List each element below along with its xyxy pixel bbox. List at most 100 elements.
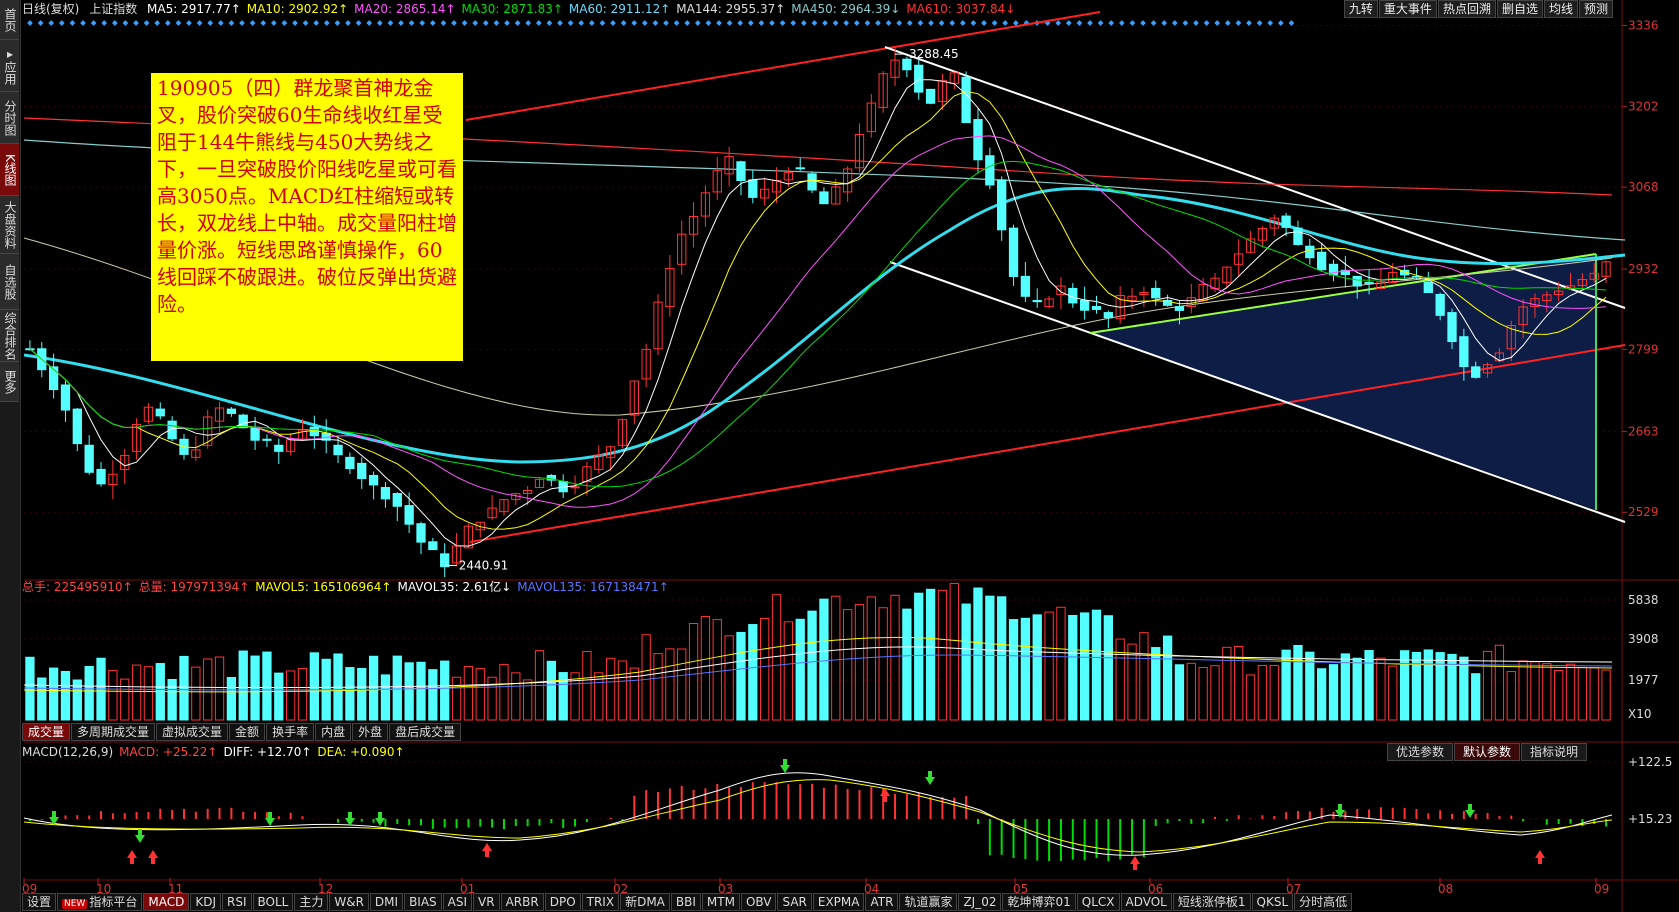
volume-tab-1[interactable]: 多周期成交量 bbox=[71, 723, 156, 741]
volume-bar bbox=[961, 603, 971, 721]
volume-bar bbox=[499, 663, 509, 721]
indicator-tab-4[interactable]: RSI bbox=[222, 893, 252, 911]
indicator-tab-21[interactable]: ATR bbox=[865, 893, 899, 911]
volume-bar bbox=[1293, 644, 1303, 721]
candle-body bbox=[570, 486, 580, 489]
volume-bar bbox=[475, 668, 485, 721]
indicator-tab-14[interactable]: TRIX bbox=[581, 893, 620, 911]
signal-dot bbox=[694, 20, 701, 26]
candle-body bbox=[1293, 227, 1303, 245]
candle-body bbox=[961, 76, 971, 124]
volume-tick-label: 5838 bbox=[1628, 593, 1659, 607]
volume-bar bbox=[1459, 656, 1469, 721]
indicator-tab-6[interactable]: 主力 bbox=[294, 893, 329, 911]
volume-bar bbox=[1530, 661, 1540, 721]
trendline-upper bbox=[465, 11, 1101, 121]
analysis-note: 190905（四）群龙聚首神龙金叉，股价突破60生命线收红星受阻于144牛熊线与… bbox=[151, 73, 463, 361]
macd-param-buttons: 优选参数 默认参数 指标说明 bbox=[1386, 743, 1587, 761]
volume-tab-7[interactable]: 盘后成交量 bbox=[389, 723, 462, 741]
candle-body bbox=[60, 384, 71, 411]
volume-tab-5[interactable]: 内盘 bbox=[315, 723, 352, 741]
indicator-tab-7[interactable]: W&R bbox=[329, 893, 369, 911]
indicator-tab-22[interactable]: 轨道赢家 bbox=[899, 893, 958, 911]
volume-tick-label: 3908 bbox=[1628, 632, 1659, 646]
signal-dot bbox=[1087, 20, 1093, 26]
x-tick-label: 09 bbox=[1594, 882, 1609, 896]
volume-bar bbox=[1482, 650, 1493, 721]
volume-tab-6[interactable]: 外盘 bbox=[352, 723, 389, 741]
volume-tab-3[interactable]: 金额 bbox=[229, 723, 266, 741]
volume-bar bbox=[120, 678, 130, 721]
volume-bar bbox=[1127, 643, 1137, 721]
volume-bar bbox=[440, 660, 450, 721]
candle-body bbox=[736, 161, 746, 182]
mavol5-line bbox=[23, 636, 1613, 693]
volume-bar bbox=[1103, 615, 1113, 721]
indicator-tab-16[interactable]: BBI bbox=[670, 893, 701, 911]
indicator-tab-12[interactable]: ARBR bbox=[500, 893, 544, 911]
macd-button-1[interactable]: 默认参数 bbox=[1453, 743, 1520, 761]
volume-bar bbox=[1269, 665, 1279, 721]
volume-tab-4[interactable]: 换手率 bbox=[266, 723, 315, 741]
volume-bar bbox=[108, 669, 118, 721]
volume-bar bbox=[949, 583, 959, 721]
indicator-tab-9[interactable]: BIAS bbox=[404, 893, 442, 911]
indicator-tab-13[interactable]: DPO bbox=[544, 893, 581, 911]
signal-dot bbox=[69, 20, 76, 26]
indicator-tab-3[interactable]: KDJ bbox=[190, 893, 221, 911]
volume-bar bbox=[1506, 671, 1516, 721]
volume-bar bbox=[357, 667, 367, 721]
volume-tab-2[interactable]: 虚拟成交量 bbox=[156, 723, 229, 741]
indicator-tab-18[interactable]: OBV bbox=[740, 893, 777, 911]
macd-legend: MACD(12,26,9) MACD: +25.22↑ DIFF: +12.70↑ D… bbox=[22, 744, 411, 760]
sell-signal-arrow bbox=[375, 812, 385, 826]
indicator-tab-24[interactable]: 乾坤博弈01 bbox=[1002, 893, 1076, 911]
indicator-tab-27[interactable]: 短线涨停板1 bbox=[1172, 893, 1251, 911]
indicator-tab-11[interactable]: VR bbox=[473, 893, 500, 911]
high-label: 3288.45 bbox=[909, 47, 959, 61]
volume-bar bbox=[760, 617, 770, 721]
volume-bar bbox=[1518, 660, 1528, 721]
signal-dot bbox=[790, 20, 797, 26]
volume-tab-0[interactable]: 成交量 bbox=[22, 723, 71, 741]
indicator-tab-17[interactable]: MTM bbox=[701, 893, 740, 911]
candle-body bbox=[250, 426, 260, 441]
volume-bar bbox=[902, 608, 912, 721]
macd-button-2[interactable]: 指标说明 bbox=[1520, 743, 1587, 761]
indicator-tab-8[interactable]: DMI bbox=[369, 893, 404, 911]
macd-tick-label: +122.5 bbox=[1628, 755, 1672, 769]
candle-body bbox=[262, 438, 272, 441]
volume-bar bbox=[428, 669, 438, 721]
indicator-tab-19[interactable]: SAR bbox=[777, 893, 812, 911]
indicator-tab-20[interactable]: EXPMA bbox=[812, 893, 865, 911]
signal-dot bbox=[928, 20, 934, 26]
volume-legend: 总手: 225495910↑ 总量: 197971394↑ MAVOL5: 1651… bbox=[22, 579, 675, 595]
indicator-tab-15[interactable]: 新DMA bbox=[620, 893, 670, 911]
volume-bar bbox=[1210, 665, 1220, 721]
signal-dot bbox=[525, 20, 532, 26]
volume-bar bbox=[1198, 667, 1208, 721]
candle-body bbox=[1423, 281, 1433, 294]
candle-body bbox=[357, 462, 367, 480]
volume-bar bbox=[60, 670, 71, 721]
volume-bar bbox=[819, 598, 829, 721]
indicator-tab-25[interactable]: QLCX bbox=[1076, 893, 1120, 911]
candle-body bbox=[1174, 306, 1185, 311]
candle-body bbox=[795, 167, 805, 170]
macd-value: MACD(12,26,9) bbox=[22, 745, 114, 759]
indicator-tab-0[interactable]: 设置 bbox=[22, 893, 57, 911]
candle-body bbox=[1317, 251, 1327, 271]
indicator-tab-5[interactable]: BOLL bbox=[252, 893, 294, 911]
indicator-tab-26[interactable]: ADVOL bbox=[1120, 893, 1172, 911]
volume-bar bbox=[1601, 669, 1611, 721]
indicator-tab-28[interactable]: QKSL bbox=[1251, 893, 1294, 911]
candle-body bbox=[84, 444, 94, 473]
volume-bar bbox=[463, 666, 474, 721]
indicator-tab-29[interactable]: 分时高低 bbox=[1294, 893, 1353, 911]
indicator-tab-23[interactable]: ZJ_02 bbox=[958, 893, 1002, 911]
indicator-tab-2[interactable]: MACD bbox=[143, 893, 190, 911]
indicator-tab-1[interactable]: NEW 指标平台 bbox=[57, 893, 143, 911]
price-tick-label: 2663 bbox=[1628, 424, 1659, 438]
indicator-tab-10[interactable]: ASI bbox=[442, 893, 473, 911]
macd-button-0[interactable]: 优选参数 bbox=[1386, 743, 1453, 761]
